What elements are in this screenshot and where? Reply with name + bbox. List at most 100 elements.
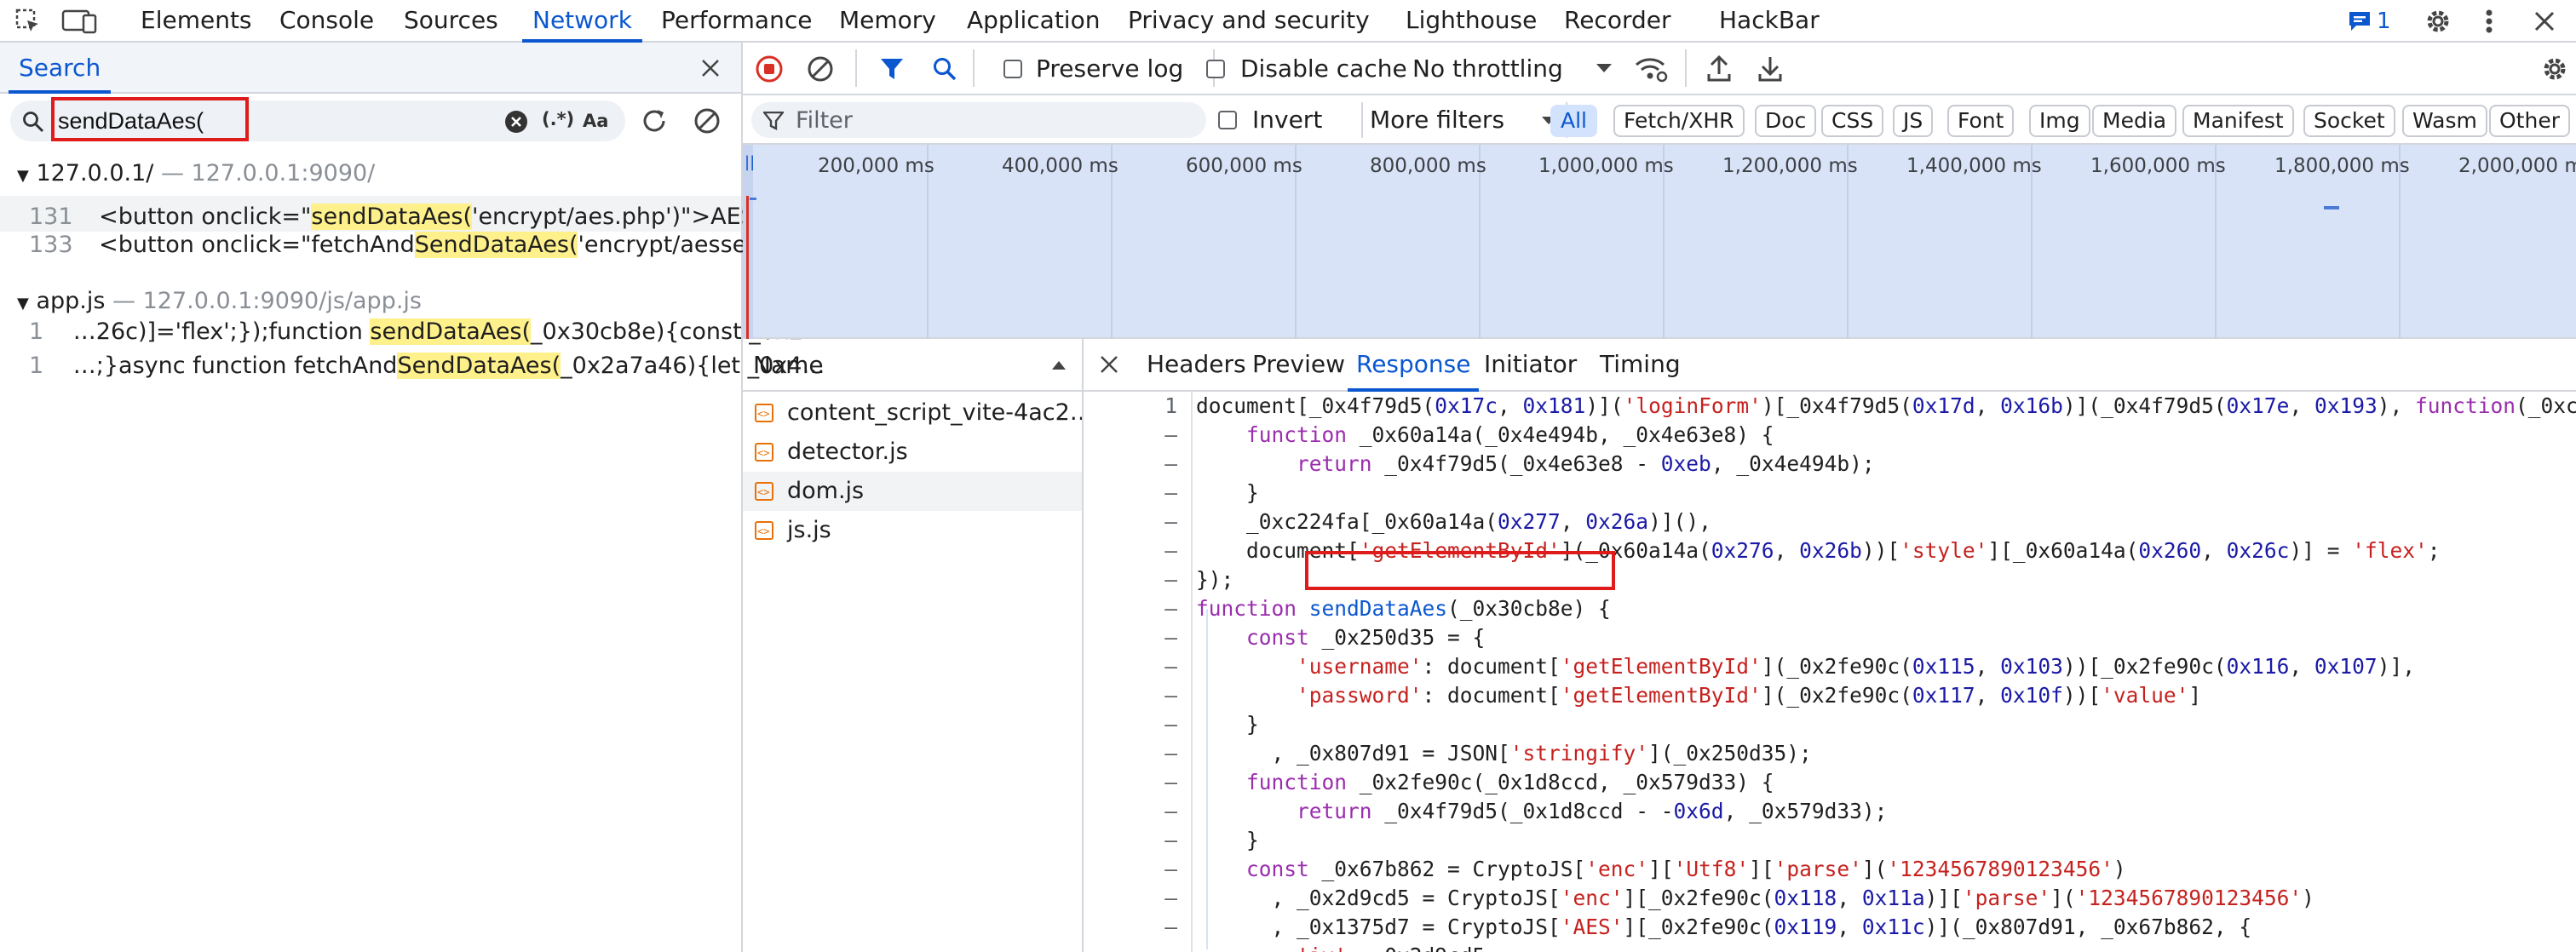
filter-type-font[interactable]: Font [1947, 105, 2015, 137]
filter-type-js[interactable]: JS [1893, 105, 1934, 137]
disable-cache-label: Disable cache [1240, 54, 1407, 83]
detail-tab-bar: Headers Preview Response Initiator Timin… [1084, 339, 2576, 392]
tab-privacy-and-security[interactable]: Privacy and security [1128, 0, 1370, 41]
close-devtools-icon[interactable] [2532, 9, 2557, 34]
script-file-icon [755, 394, 773, 433]
name-column-header[interactable]: Name [743, 339, 1082, 392]
search-result-line[interactable]: 1 …26c)]='flex';});function sendDataAes(… [29, 318, 826, 345]
filter-type-other[interactable]: Other [2489, 105, 2570, 137]
tab-sources[interactable]: Sources [404, 0, 498, 41]
tab-response[interactable]: Response [1347, 339, 1481, 392]
network-settings-gear-icon[interactable] [2540, 54, 2569, 83]
tab-headers[interactable]: Headers [1147, 339, 1246, 390]
filter-input-box[interactable]: Filter [751, 102, 1206, 138]
settings-gear-icon[interactable] [2424, 7, 2452, 36]
tab-console[interactable]: Console [279, 0, 374, 41]
result-file-name: app.js [36, 288, 106, 314]
inspect-element-icon[interactable] [15, 9, 41, 34]
filter-funnel-small-icon [763, 111, 784, 131]
result-file-url: 127.0.0.1:9090/js/app.js [142, 288, 422, 314]
request-row[interactable]: js.js [743, 511, 1082, 550]
device-toolbar-icon[interactable] [61, 9, 99, 34]
search-result-file[interactable]: ▼ 127.0.0.1/ — 127.0.0.1:9090/ [17, 160, 375, 186]
tab-search[interactable]: Search [8, 43, 112, 94]
tab-performance[interactable]: Performance [661, 0, 812, 41]
tab-preview[interactable]: Preview [1252, 339, 1345, 390]
more-filters-dropdown[interactable]: More filters [1370, 106, 1504, 134]
tab-network[interactable]: Network [522, 0, 642, 43]
filter-type-media[interactable]: Media [2092, 105, 2177, 137]
tab-timing[interactable]: Timing [1600, 339, 1681, 390]
timeline-overview[interactable]: || 200,000 ms 400,000 ms 600,000 ms 800,… [743, 145, 2576, 339]
filter-funnel-icon[interactable] [879, 56, 905, 82]
request-row[interactable]: detector.js [743, 433, 1082, 472]
network-conditions-icon[interactable] [1634, 54, 1668, 83]
filter-placeholder: Filter [796, 107, 853, 134]
issues-counter[interactable]: 1 [2348, 9, 2391, 34]
script-file-icon [755, 512, 773, 550]
tab-recorder[interactable]: Recorder [1564, 0, 1670, 41]
search-query-annotation-box [51, 97, 249, 141]
filter-type-all[interactable]: All [1550, 105, 1597, 137]
timeline-tick-label: 800,000 ms [1370, 155, 1486, 177]
script-file-icon [755, 473, 773, 511]
record-stop-icon[interactable] [755, 54, 784, 83]
timeline-tick-label: 1,800,000 ms [2274, 155, 2410, 177]
timeline-tick-label: 1,000,000 ms [1538, 155, 1674, 177]
toolbar-divider [1685, 49, 1687, 87]
search-result-file[interactable]: ▼ app.js — 127.0.0.1:9090/js/app.js [17, 288, 422, 314]
request-name: content_script_vite-4ac2… [787, 399, 1082, 426]
search-result-line[interactable]: 133 <button onclick="fetchAndSendDataAes… [29, 232, 816, 258]
close-detail-icon[interactable] [1097, 353, 1121, 376]
tab-application[interactable]: Application [967, 0, 1100, 41]
code-fold-guide [1191, 392, 1193, 952]
search-network-icon[interactable] [932, 56, 957, 82]
throttling-select[interactable]: No throttling [1412, 54, 1563, 83]
network-filter-bar: Filter Invert More filters All Fetch/XHR… [743, 95, 2576, 145]
export-har-icon[interactable] [1757, 54, 1784, 83]
request-row-selected[interactable]: dom.js [743, 472, 1082, 511]
clear-search-icon[interactable] [504, 110, 528, 134]
request-name: detector.js [787, 439, 908, 465]
search-icon [22, 111, 44, 133]
timeline-request-bar [2324, 206, 2339, 209]
refresh-search-icon[interactable] [639, 106, 670, 136]
name-header-label: Name [753, 351, 824, 379]
request-name: js.js [787, 517, 831, 543]
timeline-handle-grip-icon: || [745, 153, 756, 171]
filter-type-wasm[interactable]: Wasm [2402, 105, 2487, 137]
tab-initiator[interactable]: Initiator [1484, 339, 1577, 390]
network-toolbar: Preserve log Disable cache No throttling [743, 43, 2576, 95]
response-code-view[interactable]: 1 document[_0x4f79d5(0x17c, 0x181)]('logi… [1084, 392, 2576, 952]
tab-memory[interactable]: Memory [839, 0, 936, 41]
close-search-icon[interactable] [699, 56, 722, 80]
toolbar-divider [973, 49, 975, 87]
clear-results-icon[interactable] [692, 106, 722, 136]
regex-toggle[interactable]: (.*) [542, 109, 574, 129]
timeline-tick-label: 2,000,000 ms [2458, 155, 2576, 177]
clear-log-icon[interactable] [806, 54, 835, 83]
filter-type-img[interactable]: Img [2029, 105, 2090, 137]
request-row[interactable]: content_script_vite-4ac2… [743, 393, 1082, 433]
filter-type-manifest[interactable]: Manifest [2182, 105, 2294, 137]
request-name: dom.js [787, 478, 865, 504]
more-options-icon[interactable] [2481, 7, 2498, 36]
devtools-tab-bar: Elements Console Sources Network Perform… [0, 0, 2576, 43]
script-file-icon [755, 433, 773, 472]
search-result-line[interactable]: 131 <button onclick="sendDataAes('encryp… [29, 198, 825, 231]
match-case-toggle[interactable]: Aa [583, 111, 608, 131]
import-har-icon[interactable] [1705, 54, 1733, 83]
preserve-log-checkbox[interactable] [1003, 60, 1022, 78]
invert-checkbox[interactable] [1218, 111, 1237, 129]
disable-cache-checkbox[interactable] [1206, 60, 1225, 78]
filter-type-css[interactable]: CSS [1821, 105, 1884, 137]
filter-type-fetch-xhr[interactable]: Fetch/XHR [1613, 105, 1745, 137]
timeline-tick-label: 400,000 ms [1002, 155, 1118, 177]
search-result-line[interactable]: 1 …;}async function fetchAndSendDataAes(… [29, 353, 825, 379]
filter-type-doc[interactable]: Doc [1755, 105, 1817, 137]
tab-hackbar[interactable]: HackBar [1719, 0, 1820, 41]
tab-lighthouse[interactable]: Lighthouse [1406, 0, 1537, 41]
search-panel: Search (.*) Aa ▼ 127.0.0.1/ — 127.0.0.1:… [0, 43, 826, 952]
filter-type-socket[interactable]: Socket [2303, 105, 2395, 137]
tab-elements[interactable]: Elements [141, 0, 252, 41]
